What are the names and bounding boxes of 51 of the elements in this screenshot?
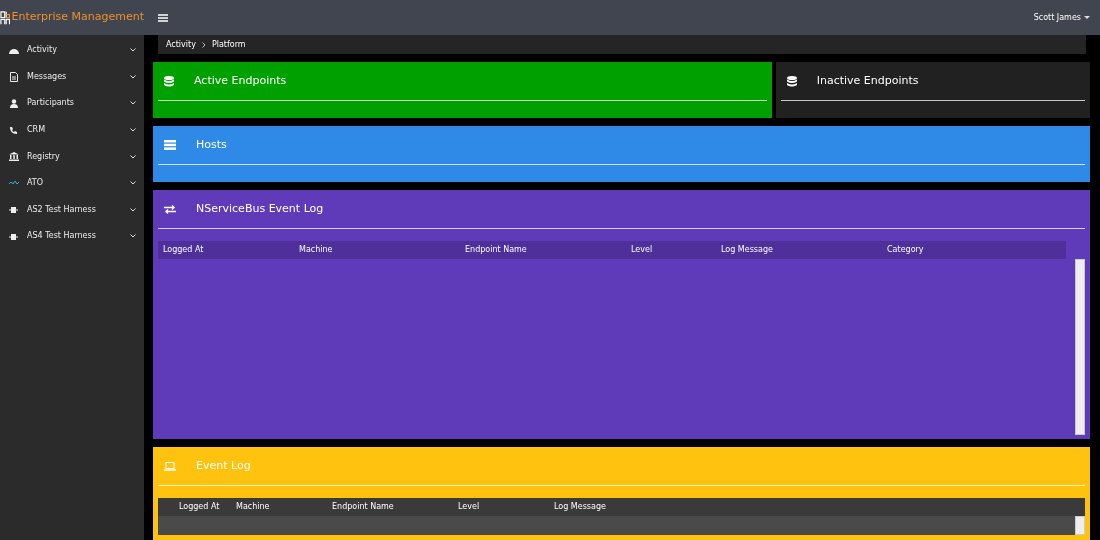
sidebar-item[interactable]: Participants — [0, 90, 144, 117]
chevron-icon — [130, 234, 136, 239]
breadcrumb-link[interactable]: Activity — [166, 38, 196, 51]
user-menu[interactable]: Scott James — [1033, 11, 1081, 24]
transfer-icon — [164, 204, 176, 214]
column-header[interactable]: Level — [453, 501, 549, 513]
sidebar-item[interactable]: CRM — [0, 116, 144, 144]
user-icon — [9, 99, 18, 108]
sidebar-item[interactable]: Messages — [0, 63, 144, 91]
chevron-icon — [130, 181, 136, 186]
column-header[interactable]: Logged At — [174, 501, 231, 513]
database-icon — [164, 75, 174, 87]
sidebar-item[interactable]: Registry — [0, 143, 144, 170]
column-header[interactable]: Log Message — [716, 244, 882, 256]
chevron-icon — [130, 154, 136, 159]
chevron-icon — [130, 128, 136, 133]
caret-icon — [1084, 15, 1090, 20]
server-icon — [164, 140, 176, 150]
phone-icon — [9, 125, 18, 135]
scrollbar[interactable] — [1075, 516, 1085, 535]
sidebar-item[interactable]: AS4 Test Harness — [0, 223, 144, 250]
sidebar-item[interactable]: AS2 Test Harness — [0, 196, 144, 224]
database-icon — [786, 75, 797, 87]
chevron-icon — [130, 207, 136, 212]
panel-title: Active Endpoints — [194, 72, 287, 89]
laptop-icon — [164, 461, 176, 471]
chart-icon — [8, 180, 19, 187]
panel-title: Inactive Endpoints — [816, 72, 919, 89]
scrollbar[interactable] — [1075, 259, 1085, 435]
chevron-icon — [130, 74, 136, 79]
column-header[interactable]: Machine — [231, 501, 327, 513]
panel-title: Event Log — [196, 457, 251, 474]
column-header[interactable]: Category — [882, 244, 1052, 256]
panel-title: Hosts — [196, 136, 227, 153]
chevron-icon — [130, 101, 136, 106]
column-header[interactable]: Machine — [294, 244, 460, 256]
app-title: Enterprise Management — [11, 9, 144, 26]
column-header[interactable]: Endpoint Name — [327, 501, 453, 513]
menu-icon[interactable] — [158, 13, 168, 22]
panel-title: NServiceBus Event Log — [196, 200, 324, 217]
sidebar-item[interactable]: Activity — [0, 37, 144, 64]
bank-icon — [8, 152, 19, 162]
column-header[interactable]: Endpoint Name — [460, 244, 626, 256]
breadcrumb-current: Platform — [211, 38, 246, 51]
sidebar-item[interactable]: ATO — [0, 169, 144, 197]
column-header[interactable]: Logged At — [158, 244, 294, 256]
separator-icon — [201, 41, 206, 48]
column-header[interactable]: Level — [626, 244, 716, 256]
column-header[interactable]: Log Message — [549, 501, 849, 513]
document-icon — [9, 71, 18, 82]
chevron-icon — [130, 48, 136, 53]
